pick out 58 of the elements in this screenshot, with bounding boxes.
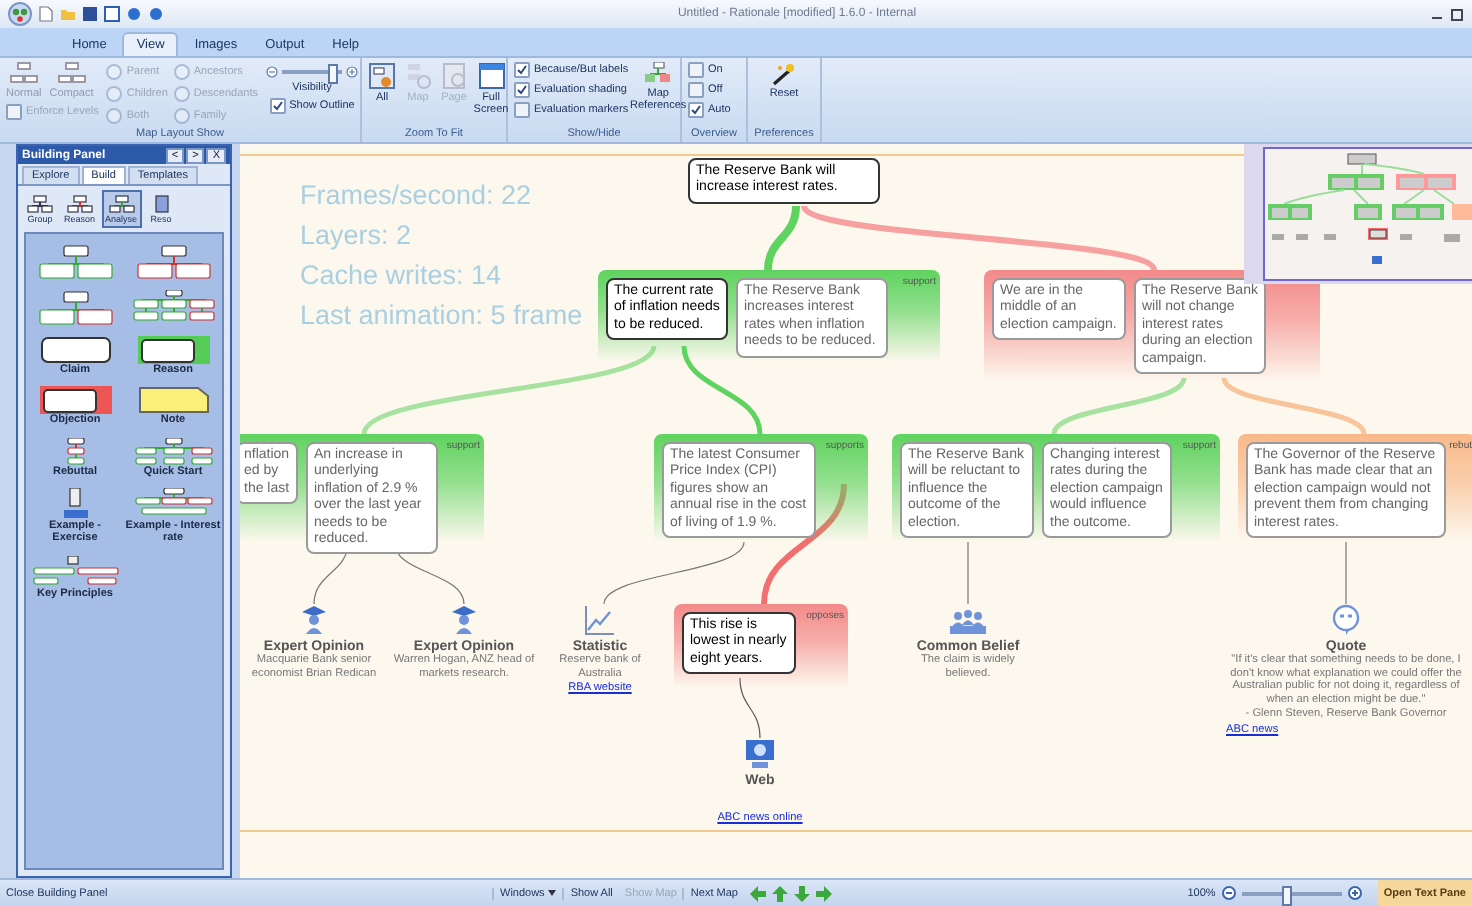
connector-line [967,541,969,605]
arrow-up-icon[interactable] [771,885,788,901]
checkbox[interactable] [688,102,704,118]
speech-bubble-icon [1330,604,1362,636]
connector-line [603,541,745,605]
checkbox[interactable] [514,82,530,98]
quick-start-drawing[interactable] [133,437,213,466]
note-template-drawing[interactable] [137,386,209,415]
reason-icon [65,194,94,214]
window-icon[interactable] [104,6,120,22]
connector-line [681,345,763,435]
arrow-left-icon[interactable] [749,885,766,901]
checkbox[interactable] [688,62,704,78]
layout-tree-icon [57,62,86,86]
claim-template-drawing[interactable] [39,336,111,364]
overview-map-drawing[interactable] [1244,144,1472,284]
checkbox[interactable] [688,82,704,98]
line-chart-icon [584,604,616,636]
caret-icon [548,890,557,896]
group-icon [26,194,54,214]
connector-line [1051,377,1187,435]
connector-line [739,677,761,739]
zoom-out-icon[interactable] [1221,886,1236,900]
full-screen-icon[interactable] [477,62,505,90]
objection-template-drawing[interactable] [39,386,111,415]
checkbox[interactable] [514,102,530,118]
tree-diagram-icon [644,62,673,86]
new-document-icon[interactable] [38,6,54,22]
zoom-out-icon[interactable] [265,66,278,78]
key-principles-drawing[interactable] [31,555,119,588]
zoom-slider-thumb[interactable] [1282,885,1293,905]
checkbox[interactable] [269,98,286,114]
zoom-in-icon[interactable] [1347,886,1362,900]
graduate-icon [298,604,330,636]
debug-stats-text: Last animation: 5 frame [300,298,583,334]
analyse-icon [107,194,136,214]
debug-stats-text: Layers: 2 [300,218,414,254]
checkbox[interactable] [6,104,22,121]
magic-wand-icon [770,62,798,86]
debug-stats-text: Cache writes: 14 [300,258,504,294]
graduate-icon [448,604,480,636]
fit-all-icon[interactable] [368,62,396,90]
connector-line [1345,541,1347,605]
maximize-icon[interactable] [1450,7,1464,21]
exercise-drawing[interactable] [61,487,89,520]
arrow-down-icon[interactable] [793,885,810,901]
layout-tree-icon [9,62,38,86]
chain-template-drawing[interactable] [129,290,217,326]
debug-stats-text: Frames/second: 22 [300,178,534,214]
computer-monitor-icon [744,738,776,770]
app-logo-icon[interactable] [8,2,32,26]
zoom-in-icon[interactable] [345,66,358,78]
checkbox[interactable] [514,62,530,78]
arrow-right-icon[interactable] [815,885,832,901]
reason-template-drawing[interactable] [137,336,209,364]
people-group-icon [948,604,988,636]
interest-rate-example-drawing[interactable] [133,487,213,520]
slider-thumb[interactable] [327,64,338,84]
